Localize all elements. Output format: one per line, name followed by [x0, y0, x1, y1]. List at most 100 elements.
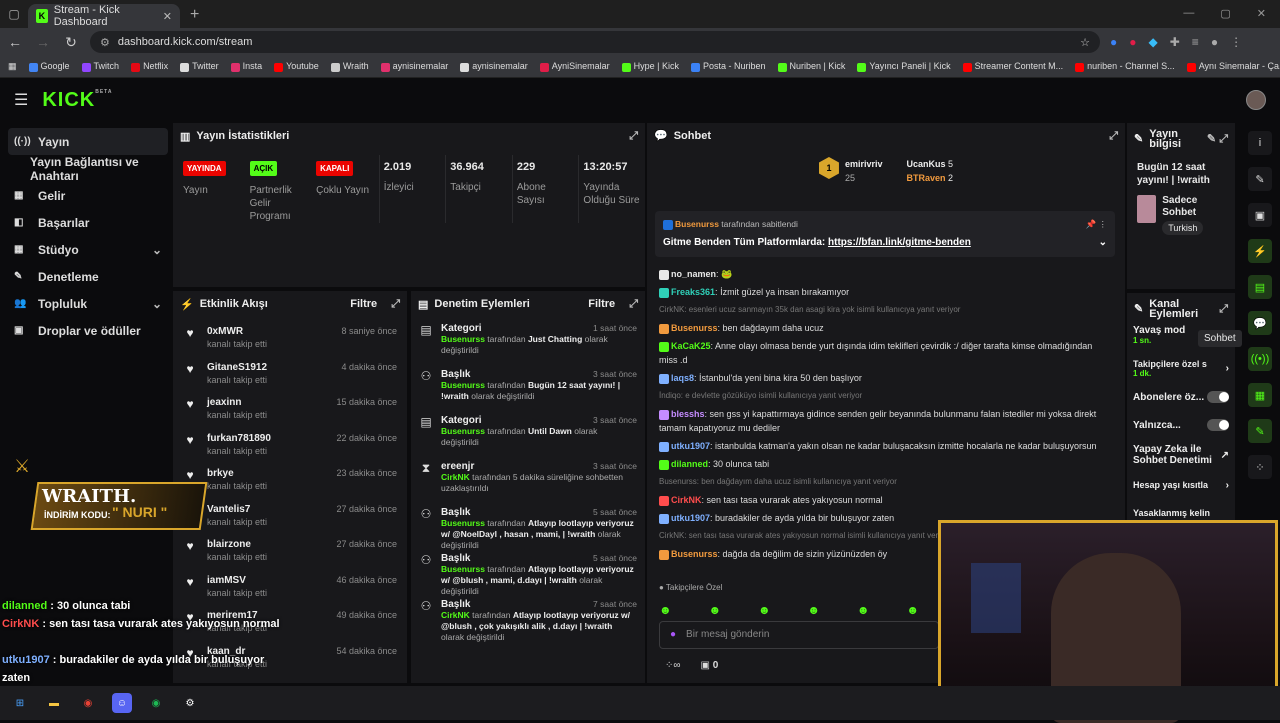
bookmark-item[interactable]: aynisinemalar — [460, 61, 528, 72]
chat-username[interactable]: utku1907 — [671, 513, 710, 523]
activity-user[interactable]: Vantelis7 — [207, 504, 267, 515]
bookmark-item[interactable]: Nuriben | Kick — [777, 61, 845, 72]
activity-user[interactable]: jeaxinn — [207, 397, 267, 408]
bookmark-item[interactable]: aynisinemalar — [380, 61, 448, 72]
ai-moderation-row[interactable]: Yapay Zeka ile Sohbet Denetimi ↗ — [1127, 439, 1235, 471]
chrome-icon[interactable]: ◉ — [78, 693, 98, 713]
bookmark-item[interactable]: Posta - Nuriben — [690, 61, 766, 72]
chat-username[interactable]: CirkNK — [671, 495, 702, 505]
emote-icon[interactable]: ☻ — [758, 603, 771, 617]
more-icon[interactable]: ⋮ — [1230, 35, 1242, 49]
camera-icon[interactable]: ▣ — [1248, 203, 1272, 227]
maximize-icon[interactable]: ▢ — [1220, 7, 1230, 20]
bookmark-item[interactable]: nuriben - Channel S... — [1075, 61, 1175, 72]
followers-mode-row[interactable]: Takipçilere özel s1 dk. › — [1127, 353, 1235, 383]
activity-user[interactable]: iamMSV — [207, 575, 267, 586]
sidebar-item[interactable]: ✎ Denetleme — [8, 263, 168, 290]
menu-icon[interactable]: ≡ — [1192, 35, 1199, 49]
chat-username[interactable]: no_namen — [671, 269, 716, 279]
new-tab-button[interactable]: + — [190, 6, 199, 28]
activity-user[interactable]: brkye — [207, 468, 267, 479]
emote-icon[interactable]: ☻ — [857, 603, 870, 617]
chat-username[interactable]: Freaks361 — [671, 287, 715, 297]
bookmark-item[interactable]: Aynı Sinemalar - Ça... — [1186, 61, 1280, 72]
extension-icon[interactable]: ● — [1129, 35, 1136, 49]
modlog-actor[interactable]: Busenurss — [441, 334, 485, 344]
sidebar-item[interactable]: ◧ Başarılar — [8, 209, 168, 236]
lightning-icon[interactable]: ⚡ — [1248, 239, 1272, 263]
chat-username[interactable]: laqs8 — [671, 373, 694, 383]
document-icon[interactable]: ▤ — [1248, 275, 1272, 299]
sidebar-item[interactable]: ▦ Stüdyo ⌄ — [8, 236, 168, 263]
sidebar-item[interactable]: ▦ Gelir — [8, 182, 168, 209]
chat-username[interactable]: blesshs — [671, 409, 705, 419]
modlog-actor[interactable]: Busenurss — [441, 564, 485, 574]
sidebar-item[interactable]: ((·)) Yayın — [8, 128, 168, 155]
emote-icon[interactable]: ☻ — [708, 603, 721, 617]
chat-input[interactable]: ● Bir mesaj gönderin — [659, 621, 939, 649]
subs-only-toggle[interactable] — [1207, 391, 1229, 403]
modlog-actor[interactable]: Busenurss — [441, 380, 485, 390]
chat-username[interactable]: utku1907 — [671, 441, 710, 451]
microphone-icon[interactable]: ● — [670, 628, 676, 642]
close-tab-icon[interactable]: ✕ — [163, 10, 172, 23]
sidebar-item[interactable]: Yayın Bağlantısı ve Anahtarı — [8, 155, 168, 183]
site-info-icon[interactable]: ⚙ — [100, 36, 110, 49]
modlog-actor[interactable]: Busenurss — [441, 518, 485, 528]
pin-icon[interactable]: 📌 ⋮ — [1086, 217, 1107, 231]
bookmark-item[interactable]: Insta — [230, 61, 262, 72]
chat-icon[interactable]: 💬 — [1248, 311, 1272, 335]
activity-filter-button[interactable]: Filtre — [350, 298, 377, 310]
gift-icon[interactable]: ▣ 0 — [701, 659, 719, 673]
pinned-link[interactable]: https://bfan.link/gitme-benden — [828, 237, 971, 248]
browser-tab[interactable]: K Stream - Kick Dashboard ✕ — [28, 4, 180, 28]
tab-search-icon[interactable]: ▢ — [0, 0, 28, 28]
expand-icon[interactable]: ⤢ — [629, 298, 638, 311]
hamburger-menu-icon[interactable]: ☰ — [14, 90, 28, 110]
expand-icon[interactable]: ⤢ — [1109, 129, 1118, 143]
bookmark-item[interactable]: Youtube — [274, 61, 319, 72]
expand-icon[interactable]: ⤢ — [629, 130, 638, 143]
user-avatar[interactable] — [1246, 90, 1266, 110]
chat-username[interactable]: KaCaK25 — [671, 341, 711, 351]
bookmark-item[interactable]: Streamer Content M... — [962, 61, 1063, 72]
profile-icon[interactable]: ● — [1211, 35, 1218, 49]
more-icon[interactable]: ⁘ — [1248, 455, 1272, 479]
wrench-icon[interactable]: ✎ — [1248, 419, 1272, 443]
puzzle-icon[interactable]: ✚ — [1170, 35, 1180, 49]
emote-icon[interactable]: ☻ — [659, 603, 672, 617]
subs-only-row[interactable]: Abonelere öz... — [1127, 383, 1235, 411]
banned-words-row[interactable]: Yasaklanmış kelin — [1127, 499, 1235, 521]
bookmark-star-icon[interactable]: ☆ — [1080, 36, 1090, 49]
chat-username[interactable]: Busenurss — [671, 549, 718, 559]
sidebar-item[interactable]: 👥 Topluluk ⌄ — [8, 290, 168, 317]
apps-icon[interactable]: ▦ — [8, 61, 17, 72]
broadcast-icon[interactable]: ((•)) — [1248, 347, 1272, 371]
activity-user[interactable]: 0xMWR — [207, 326, 267, 337]
emote-icon[interactable]: ☻ — [906, 603, 919, 617]
bookmark-item[interactable]: Google — [28, 61, 70, 72]
extension-icon[interactable]: ● — [1110, 35, 1117, 49]
bookmark-item[interactable]: Netflix — [131, 61, 168, 72]
modlog-actor[interactable]: CirkNK — [441, 610, 470, 620]
folder-icon[interactable]: ▬ — [44, 693, 64, 713]
modlog-actor[interactable]: Busenurss — [441, 426, 485, 436]
close-window-icon[interactable]: ✕ — [1257, 7, 1266, 20]
bookmark-item[interactable]: Hype | Kick — [621, 61, 679, 72]
extension-icon[interactable]: ◆ — [1149, 35, 1158, 49]
discord-icon[interactable]: ☺ — [112, 693, 132, 713]
expand-icon[interactable]: ⤢ — [1219, 304, 1228, 315]
edit-icon[interactable]: ✎ ⤢ — [1207, 134, 1228, 145]
chevron-down-icon[interactable]: ⌄ — [1099, 236, 1107, 250]
kick-logo[interactable]: KICKBETA — [42, 89, 112, 112]
bookmark-item[interactable]: Yayıncı Paneli | Kick — [857, 61, 951, 72]
sidebar-item[interactable]: ▣ Droplar ve ödüller — [8, 317, 168, 344]
chat-username[interactable]: Busenurss — [671, 323, 718, 333]
pinned-by[interactable]: Busenurss — [675, 219, 719, 229]
bookmark-item[interactable]: Twitter — [180, 61, 219, 72]
spotify-icon[interactable]: ◉ — [146, 693, 166, 713]
account-age-row[interactable]: Hesap yaşı kısıtla › — [1127, 471, 1235, 499]
activity-user[interactable]: furkan781890 — [207, 433, 271, 444]
only-toggle[interactable] — [1207, 419, 1229, 431]
app-icon[interactable]: ⚙ — [180, 693, 200, 713]
